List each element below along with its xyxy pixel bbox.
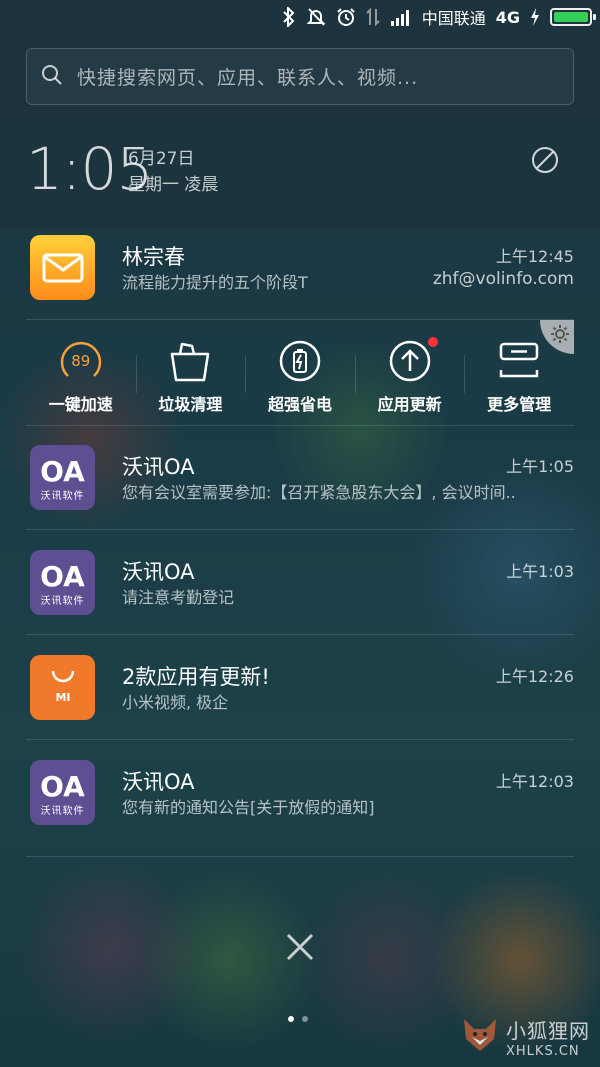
mi-store-icon: MI — [30, 655, 95, 720]
tool-label: 应用更新 — [377, 395, 442, 414]
divider — [26, 856, 574, 857]
weekday-label: 星期一 凌晨 — [128, 175, 219, 195]
memory-value: 89 — [71, 352, 91, 370]
tool-more[interactable]: 更多管理 — [464, 335, 574, 425]
divider — [26, 634, 574, 635]
divider — [26, 739, 574, 740]
mi-icon-text: MI — [55, 691, 70, 704]
oa-app-icon: OA 沃讯软件 — [30, 550, 95, 615]
tool-label: 垃圾清理 — [158, 395, 223, 414]
notification-text: 请注意考勤登记 — [122, 588, 235, 607]
page-dot[interactable] — [288, 1016, 294, 1022]
notification-title: 沃讯OA — [122, 560, 195, 584]
mail-icon — [30, 235, 95, 300]
battery-icon — [550, 8, 596, 26]
notification-text: 流程能力提升的五个阶段T — [122, 273, 308, 292]
notification-oa[interactable]: OA 沃讯软件 沃讯OA 您有新的通知公告[关于放假的通知] 上午12:03 — [0, 754, 600, 858]
tool-update[interactable]: 应用更新 — [354, 335, 465, 425]
oa-app-icon: OA 沃讯软件 — [30, 445, 95, 510]
page-dot[interactable] — [302, 1016, 308, 1022]
tool-label: 更多管理 — [487, 395, 552, 414]
alarm-icon — [336, 7, 356, 27]
tool-label: 一键加速 — [48, 395, 113, 414]
site-watermark: 小狐狸网 XHLKS.CN — [460, 1015, 590, 1059]
tool-battery[interactable]: 超强省电 — [245, 335, 355, 425]
notification-title: 沃讯OA — [122, 770, 195, 794]
oa-icon-text: OA — [40, 455, 85, 488]
notification-time: 上午1:05 — [506, 457, 574, 476]
oa-app-icon: OA 沃讯软件 — [30, 760, 95, 825]
carrier-name: 中国联通 — [421, 9, 486, 28]
page-indicator — [288, 1016, 308, 1022]
notification-oa[interactable]: OA 沃讯软件 沃讯OA 请注意考勤登记 上午1:03 — [0, 544, 600, 648]
battery-saver-icon — [278, 335, 322, 387]
date-block[interactable]: 6月27日 星期一 凌晨 — [128, 146, 218, 198]
oa-icon-sub: 沃讯软件 — [40, 596, 85, 607]
notification-text: 您有新的通知公告[关于放假的通知] — [122, 798, 375, 817]
update-badge — [427, 337, 438, 347]
watermark-cn: 小狐狸网 — [506, 1019, 590, 1043]
do-not-disturb-icon[interactable] — [530, 145, 560, 179]
notification-time: 上午1:03 — [506, 562, 574, 581]
clear-all-button[interactable] — [283, 930, 317, 964]
oa-icon-text: OA — [40, 560, 85, 593]
signal-icon — [390, 7, 412, 27]
search-bar[interactable]: 快捷搜索网页、应用、联系人、视频... — [26, 48, 574, 105]
tool-label: 超强省电 — [267, 395, 332, 414]
manage-icon — [497, 335, 541, 387]
data-transfer-icon — [366, 7, 380, 27]
date-label: 6月27日 — [128, 149, 195, 169]
notification-title: 沃讯OA — [122, 455, 195, 479]
status-bar: 中国联通 4G — [0, 0, 600, 34]
divider — [26, 425, 574, 426]
mail-account: zhf@volinfo.com — [432, 269, 574, 289]
speed-gauge-icon: 89 — [58, 335, 104, 387]
notification-title: 林宗春 — [122, 245, 185, 269]
tool-boost[interactable]: 89 一键加速 — [26, 335, 136, 425]
bluetooth-icon — [282, 7, 296, 27]
divider — [26, 529, 574, 530]
mute-icon — [306, 7, 326, 27]
update-arrow-icon — [388, 335, 438, 387]
oa-icon-sub: 沃讯软件 — [40, 806, 85, 817]
divider — [26, 319, 574, 320]
oa-icon-sub: 沃讯软件 — [40, 491, 85, 502]
close-icon — [286, 933, 314, 961]
fox-logo-icon — [460, 1015, 500, 1059]
notification-app-update[interactable]: MI 2款应用有更新! 小米视频, 极企 上午12:26 — [0, 649, 600, 753]
notification-time: 上午12:03 — [495, 772, 574, 791]
notification-time: 上午12:26 — [495, 667, 574, 686]
notification-time: 上午12:45 — [495, 247, 574, 266]
notification-text: 小米视频, 极企 — [122, 693, 229, 712]
oa-icon-text: OA — [40, 770, 85, 803]
network-type: 4G — [495, 7, 520, 27]
watermark-en: XHLKS.CN — [506, 1044, 580, 1059]
charging-icon — [530, 7, 540, 27]
tool-cleaner[interactable]: 垃圾清理 — [135, 335, 246, 425]
search-icon — [41, 64, 63, 90]
notification-mail[interactable]: 林宗春 流程能力提升的五个阶段T 上午12:45 zhf@volinfo.com — [0, 229, 600, 333]
quick-tools: 89 一键加速 垃圾清理 超强省电 应用更新 更多管理 — [26, 335, 574, 425]
notification-oa[interactable]: OA 沃讯软件 沃讯OA 您有会议室需要参加:【召开紧急股东大会】, 会议时间.… — [0, 439, 600, 543]
search-placeholder: 快捷搜索网页、应用、联系人、视频... — [77, 67, 419, 89]
notification-text: 您有会议室需要参加:【召开紧急股东大会】, 会议时间.. — [122, 483, 516, 502]
notification-title: 2款应用有更新! — [122, 665, 270, 689]
trash-bag-icon — [168, 335, 212, 387]
